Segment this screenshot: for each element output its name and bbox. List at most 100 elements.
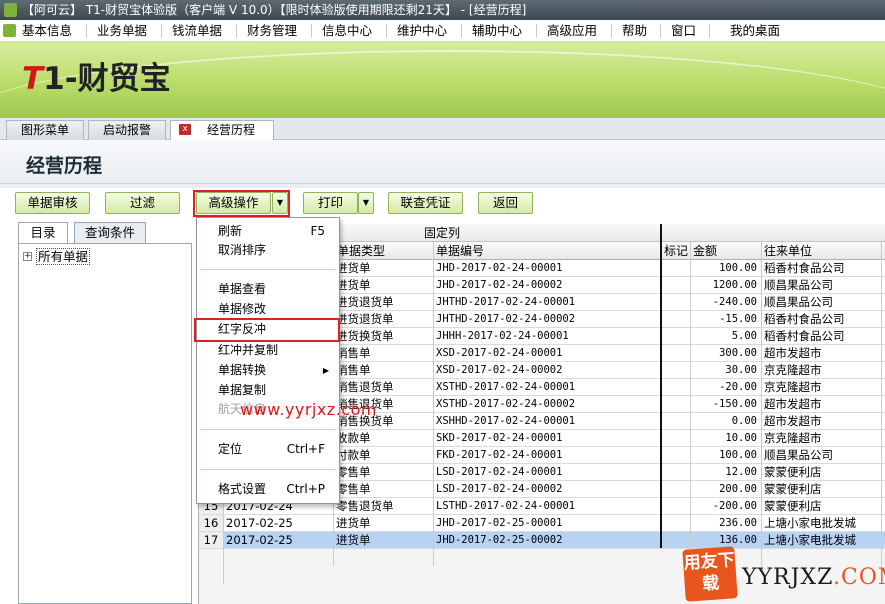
menu-item-copy[interactable]: 单据复制 (197, 381, 339, 400)
tab-business-history[interactable]: x 经营历程 (170, 120, 274, 141)
cell-type: 零售单 (336, 482, 371, 496)
grid-line (690, 242, 691, 566)
tab-graphic-menu[interactable]: 图形菜单 (6, 120, 84, 140)
cell-code: JHTHD-2017-02-24-00001 (436, 296, 576, 308)
cell-type: 进货退货单 (336, 312, 394, 326)
tab-label: 启动报警 (102, 123, 151, 137)
table-row[interactable]: 17 2017-02-25 进货单 JHD-2017-02-25-00002 136.0… (199, 532, 885, 549)
audit-button[interactable]: 单据审核 (15, 192, 90, 214)
menu-item-locate[interactable]: 定位 Ctrl+F (197, 440, 339, 459)
cell-type: 零售单 (336, 465, 371, 479)
cell-amount: 136.00 (719, 534, 757, 546)
cell-amount: 300.00 (719, 347, 757, 359)
cell-amount: 100.00 (719, 262, 757, 274)
menu-auxiliary[interactable]: 辅助中心 (472, 23, 522, 39)
col-header-amount[interactable]: 金额 (693, 243, 717, 259)
page-header (0, 140, 885, 188)
cell-party: 蒙蒙便利店 (764, 499, 822, 513)
menu-item-label: 格式设置 (218, 482, 267, 496)
menu-item-format[interactable]: 格式设置 Ctrl+P (197, 480, 339, 499)
cell-code: XSTHD-2017-02-24-00001 (436, 381, 576, 393)
cell-code: XSTHD-2017-02-24-00002 (436, 398, 576, 410)
watermark-site-suffix: .COM (833, 565, 885, 590)
menu-bar: 基本信息 业务单据 钱流单据 财务管理 信息中心 维护中心 辅助中心 高级应用 … (0, 20, 885, 42)
cell-type: 收款单 (336, 431, 371, 445)
tab-label: 图形菜单 (20, 123, 69, 137)
menu-my-desktop[interactable]: 我的桌面 (730, 23, 780, 39)
cell-amount: -200.00 (712, 500, 757, 512)
menu-item-red-copy[interactable]: 红冲并复制 (197, 341, 339, 360)
cell-code: XSD-2017-02-24-00001 (436, 347, 563, 359)
cell-amount: 200.00 (719, 483, 757, 495)
cell-code: JHHH-2017-02-24-00001 (436, 330, 569, 342)
cell-party: 稻香村食品公司 (764, 329, 845, 343)
menu-item-cancel-sort[interactable]: 取消排序 (197, 241, 339, 260)
menu-separator (611, 24, 612, 38)
menu-help[interactable]: 帮助 (622, 23, 647, 39)
cell-party: 蒙蒙便利店 (764, 465, 822, 479)
highlight-box (193, 190, 290, 217)
menu-window[interactable]: 窗口 (671, 23, 696, 39)
cell-party: 上塘小家电批发城 (764, 516, 856, 530)
cell-date: 2017-02-25 (226, 516, 293, 530)
menu-item-view[interactable]: 单据查看 (197, 280, 339, 299)
tree-item-all-documents[interactable]: 所有单据 (36, 248, 91, 265)
cell-code: LSTHD-2017-02-24-00001 (436, 500, 576, 512)
divider (0, 183, 885, 184)
cell-party: 京克隆超市 (764, 380, 822, 394)
col-header-code[interactable]: 单据编号 (436, 243, 484, 259)
cell-amount: 0.00 (731, 415, 757, 427)
menu-separator (161, 24, 162, 38)
tree-expand-icon[interactable]: + (23, 252, 32, 261)
cell-code: JHTHD-2017-02-24-00002 (436, 313, 576, 325)
menu-item-convert[interactable]: 单据转换 ▶ (197, 361, 339, 380)
menu-separator (201, 429, 335, 430)
app-icon (4, 3, 17, 17)
menu-basic-info[interactable]: 基本信息 (22, 23, 72, 39)
col-header-type[interactable]: 单据类型 (337, 243, 385, 259)
cell-n: 16 (199, 515, 223, 531)
table-row[interactable]: 16 2017-02-25 进货单 JHD-2017-02-25-00001 236.0… (199, 515, 885, 532)
tab-startup-alert[interactable]: 启动报警 (88, 120, 166, 140)
menu-separator (201, 469, 335, 470)
menu-advanced[interactable]: 高级应用 (547, 23, 597, 39)
menu-info-center[interactable]: 信息中心 (322, 23, 372, 39)
col-header-mark[interactable]: 标记 (664, 243, 688, 259)
logo-text: 1-财贸宝 (43, 61, 171, 97)
print-dropdown-arrow[interactable]: ▼ (358, 192, 374, 214)
watermark-logo: 用友下载 (682, 546, 738, 602)
cell-type: 销售单 (336, 363, 371, 377)
highlight-box (194, 318, 340, 342)
tab-query-conditions[interactable]: 查询条件 (74, 222, 146, 244)
print-button[interactable]: 打印 (303, 192, 358, 214)
cell-party: 超市发超市 (764, 414, 822, 428)
fixed-columns-label: 固定列 (424, 226, 461, 240)
voucher-query-button[interactable]: 联查凭证 (388, 192, 463, 214)
col-header-party[interactable]: 往来单位 (764, 243, 812, 259)
menu-separator (536, 24, 537, 38)
shortcut-label: Ctrl+P (286, 482, 325, 496)
cell-code: LSD-2017-02-24-00001 (436, 466, 563, 478)
grid-line (433, 242, 434, 566)
menu-cash-docs[interactable]: 钱流单据 (172, 23, 222, 39)
back-button[interactable]: 返回 (478, 192, 533, 214)
close-icon[interactable]: x (179, 124, 191, 135)
tab-label: 经营历程 (206, 123, 255, 137)
menu-business-docs[interactable]: 业务单据 (97, 23, 147, 39)
cell-type: 进货换货单 (336, 329, 394, 343)
menu-item-refresh[interactable]: 刷新 F5 (197, 222, 339, 241)
menu-maintenance[interactable]: 维护中心 (397, 23, 447, 39)
cell-type: 销售单 (336, 346, 371, 360)
tab-directory[interactable]: 目录 (18, 222, 68, 244)
filter-button[interactable]: 过滤 (105, 192, 180, 214)
cell-amount: 100.00 (719, 449, 757, 461)
menu-item-edit[interactable]: 单据修改 (197, 300, 339, 319)
cell-amount: 10.00 (725, 432, 757, 444)
cell-code: JHD-2017-02-24-00001 (436, 262, 563, 274)
cell-party: 稻香村食品公司 (764, 312, 845, 326)
cell-amount: -15.00 (719, 313, 757, 325)
menu-finance[interactable]: 财务管理 (247, 23, 297, 39)
menu-separator (311, 24, 312, 38)
tab-bar: 图形菜单 启动报警 x 经营历程 (0, 118, 885, 141)
cell-type: 进货单 (336, 533, 371, 547)
